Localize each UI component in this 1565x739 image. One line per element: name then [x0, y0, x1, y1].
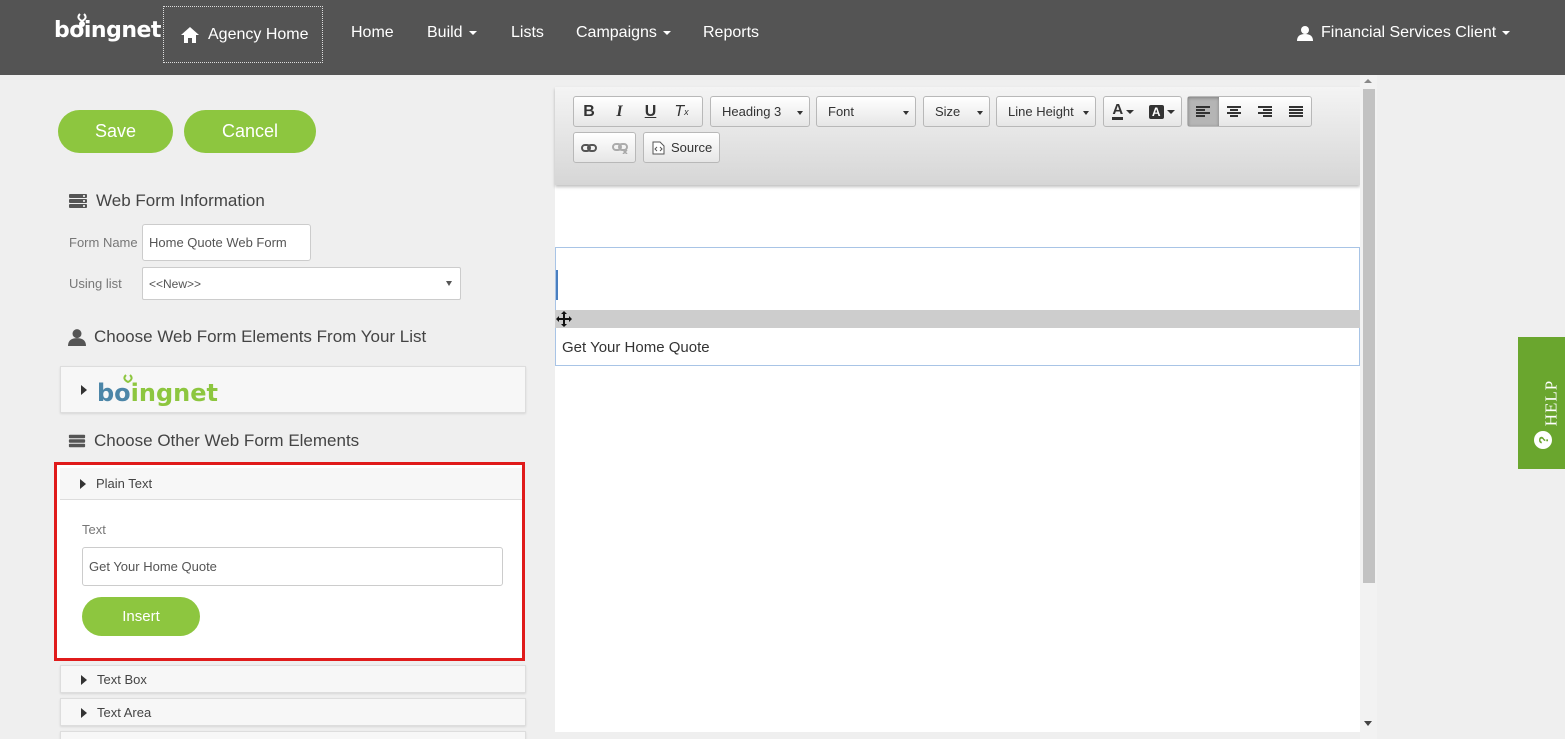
- agency-home-label: Agency Home: [208, 25, 309, 43]
- editor-heading-text[interactable]: Get Your Home Quote: [562, 339, 710, 356]
- home-icon: [181, 26, 199, 43]
- text-label: Text: [82, 522, 106, 537]
- top-navbar: boingnet Agency Home Home Build Lists Ca…: [0, 0, 1565, 75]
- caret-right-icon: [81, 707, 87, 718]
- source-icon: [652, 141, 665, 154]
- chevron-down-icon: [977, 111, 983, 115]
- list-elements-heading: Choose Web Form Elements From Your List: [68, 327, 426, 347]
- alignment-group: [1187, 96, 1312, 127]
- content-block[interactable]: Get Your Home Quote: [555, 247, 1360, 366]
- align-center-icon[interactable]: [1219, 97, 1250, 126]
- question-icon: ?: [1534, 431, 1552, 449]
- format-dropdown[interactable]: Heading 3: [710, 96, 810, 127]
- cancel-button[interactable]: Cancel: [184, 110, 316, 153]
- nav-build[interactable]: Build: [427, 24, 477, 42]
- text-color-icon[interactable]: A: [1104, 97, 1143, 126]
- align-justify-icon[interactable]: [1280, 97, 1311, 126]
- chevron-down-icon: [1083, 111, 1089, 115]
- using-list-label: Using list: [69, 276, 122, 291]
- link-icon[interactable]: [574, 133, 605, 162]
- source-label: Source: [671, 140, 713, 155]
- chevron-down-icon: [446, 281, 452, 286]
- italic-icon[interactable]: I: [604, 97, 635, 126]
- plain-text-header[interactable]: Plain Text: [60, 468, 522, 500]
- save-button[interactable]: Save: [58, 110, 173, 153]
- accordion-next[interactable]: [60, 731, 526, 739]
- plain-text-panel: Plain Text Text Get Your Home Quote Inse…: [54, 462, 525, 661]
- chevron-down-icon: [797, 111, 803, 115]
- heading-text: Web Form Information: [96, 191, 265, 210]
- user-menu[interactable]: Financial Services Client: [1297, 24, 1511, 42]
- background-color-icon[interactable]: A: [1143, 97, 1182, 126]
- help-label: HELP: [1541, 379, 1561, 427]
- insert-button[interactable]: Insert: [82, 597, 200, 636]
- clear-format-icon[interactable]: Tx: [666, 97, 697, 126]
- nav-campaigns[interactable]: Campaigns: [576, 24, 671, 42]
- caret-down-icon: [80, 478, 86, 489]
- logo-text: boingnet: [97, 379, 218, 407]
- server-icon: [68, 434, 86, 448]
- boingnet-list-logo: boingnet: [97, 373, 218, 407]
- heading-text: Choose Other Web Form Elements: [94, 431, 360, 450]
- user-icon: [68, 329, 86, 346]
- using-list-select[interactable]: <<New>>: [142, 267, 461, 300]
- list-elements-accordion[interactable]: boingnet: [60, 366, 526, 413]
- nav-build-label: Build: [427, 24, 463, 41]
- align-left-icon[interactable]: [1188, 97, 1219, 126]
- chevron-down-icon: [1502, 31, 1511, 35]
- text-box-accordion[interactable]: Text Box: [60, 665, 526, 693]
- source-button[interactable]: Source: [643, 132, 720, 163]
- using-list-value: <<New>>: [149, 276, 202, 291]
- server-icon: [69, 194, 87, 208]
- text-cursor: [556, 270, 558, 300]
- web-form-info-heading: Web Form Information: [68, 191, 265, 211]
- text-area-label: Text Area: [97, 705, 152, 720]
- user-name: Financial Services Client: [1321, 24, 1497, 41]
- move-icon: [556, 311, 572, 327]
- font-dropdown[interactable]: Font: [816, 96, 916, 127]
- nav-home[interactable]: Home: [351, 24, 394, 42]
- nav-lists[interactable]: Lists: [511, 24, 544, 42]
- text-area-accordion[interactable]: Text Area: [60, 698, 526, 726]
- editor-toolbar: B I U Tx Heading 3 Font Size Line Height…: [555, 87, 1360, 185]
- scroll-down-icon[interactable]: [1364, 721, 1372, 726]
- drag-handle-bar[interactable]: [555, 310, 1360, 328]
- line-height-dropdown[interactable]: Line Height: [996, 96, 1096, 127]
- plain-text-title: Plain Text: [96, 476, 153, 491]
- logo-text: boingnet: [54, 18, 161, 43]
- unlink-icon[interactable]: [605, 133, 636, 162]
- chevron-down-icon: [468, 30, 477, 35]
- align-right-icon[interactable]: [1250, 97, 1281, 126]
- agency-home-button[interactable]: Agency Home: [163, 6, 323, 63]
- chevron-down-icon: [662, 30, 671, 35]
- chevron-down-icon: [903, 111, 909, 115]
- nav-campaigns-label: Campaigns: [576, 24, 657, 41]
- user-icon: [1297, 26, 1313, 41]
- size-dropdown[interactable]: Size: [923, 96, 990, 127]
- heading-text: Choose Web Form Elements From Your List: [94, 327, 427, 346]
- text-box-label: Text Box: [97, 672, 147, 687]
- plain-text-input[interactable]: Get Your Home Quote: [82, 547, 503, 586]
- color-group: A A: [1103, 96, 1182, 127]
- boingnet-logo[interactable]: boingnet: [54, 12, 161, 48]
- form-name-field[interactable]: Home Quote Web Form: [142, 224, 311, 261]
- underline-icon[interactable]: U: [635, 97, 666, 126]
- text-style-group: B I U Tx: [573, 96, 703, 127]
- format-value: Heading 3: [722, 104, 782, 119]
- help-tab[interactable]: HELP ?: [1518, 337, 1565, 469]
- line-height-value: Line Height: [1008, 104, 1074, 119]
- scroll-thumb[interactable]: [1363, 89, 1375, 583]
- size-value: Size: [935, 104, 961, 119]
- nav-reports[interactable]: Reports: [703, 24, 759, 42]
- other-elements-heading: Choose Other Web Form Elements: [68, 431, 359, 451]
- scroll-up-icon[interactable]: [1364, 79, 1372, 83]
- link-group: [573, 132, 636, 163]
- caret-right-icon: [81, 385, 87, 395]
- caret-right-icon: [81, 674, 87, 685]
- form-name-label: Form Name: [69, 235, 138, 250]
- bold-icon[interactable]: B: [574, 97, 604, 126]
- font-value: Font: [828, 104, 855, 119]
